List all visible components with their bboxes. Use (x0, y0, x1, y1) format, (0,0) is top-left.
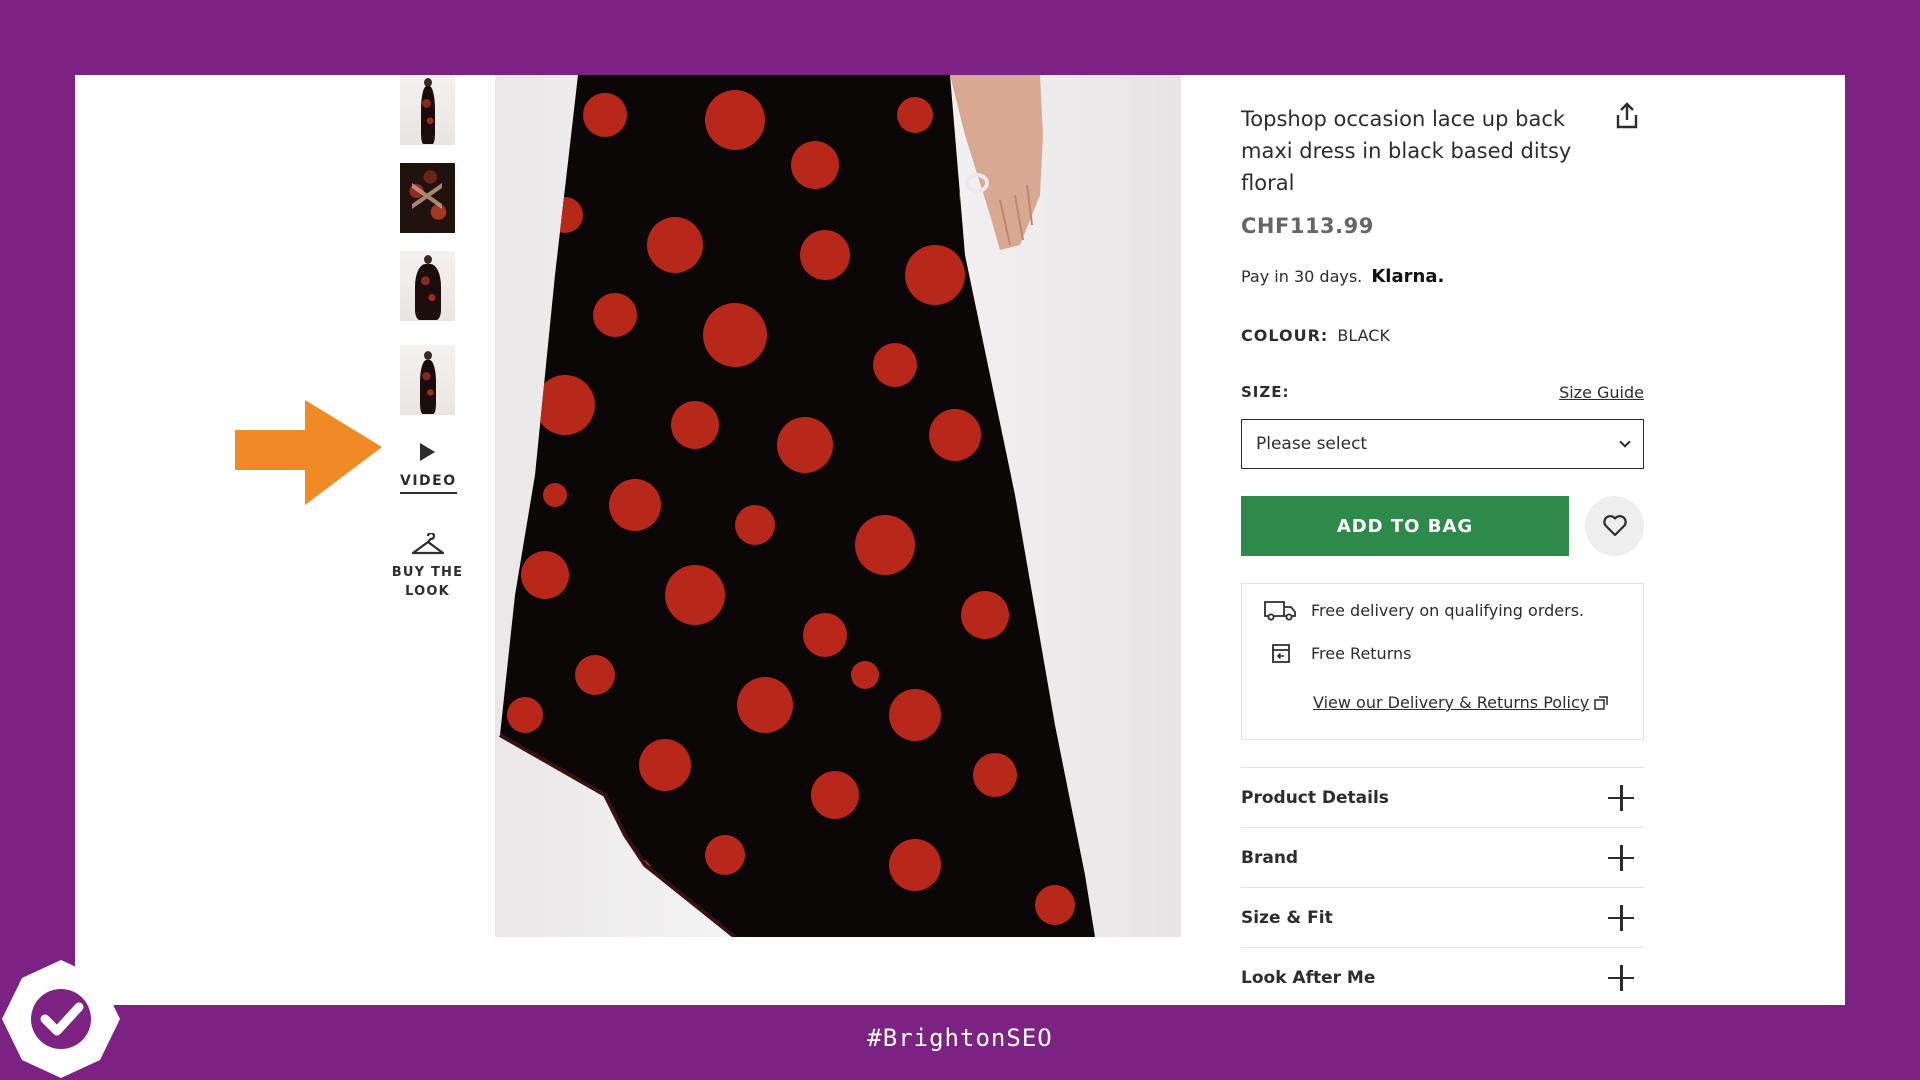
size-label: SIZE: (1241, 383, 1290, 401)
orange-arrow-annotation (235, 400, 382, 505)
plus-icon (1608, 844, 1634, 871)
accordion-brand[interactable]: Brand (1241, 827, 1644, 887)
free-returns-row: Free Returns (1263, 642, 1411, 664)
accordion-size-fit[interactable]: Size & Fit (1241, 887, 1644, 947)
thumbnail-full-length[interactable] (400, 345, 455, 415)
screenshot-frame: VIDEO BUY THE LOOK Topshop occasion lace… (75, 75, 1845, 1005)
free-delivery-text: Free delivery on qualifying orders. (1311, 600, 1585, 620)
buy-the-look-button[interactable]: BUY THE LOOK (387, 533, 468, 601)
external-link-icon (1594, 695, 1608, 710)
colour-info: COLOUR: BLACK (1241, 326, 1390, 345)
thumbnail-side-view[interactable] (400, 251, 455, 321)
accordion-label: Size & Fit (1241, 907, 1333, 928)
klarna-text: Pay in 30 days. (1241, 267, 1363, 286)
plus-icon (1608, 904, 1634, 931)
plus-icon (1608, 964, 1634, 991)
product-price: CHF113.99 (1241, 214, 1374, 238)
size-select-value: Please select (1256, 434, 1368, 454)
free-returns-text: Free Returns (1311, 643, 1412, 663)
hanger-icon (411, 533, 444, 555)
checkmark-badge-icon (2, 960, 120, 1078)
add-to-bag-button[interactable]: ADD TO BAG (1241, 496, 1569, 556)
policy-link-text: View our Delivery & Returns Policy (1313, 693, 1590, 712)
accordion-product-details[interactable]: Product Details (1241, 767, 1644, 827)
heart-icon (1602, 515, 1627, 537)
accordion-label: Brand (1241, 847, 1299, 868)
colour-value: BLACK (1337, 326, 1390, 345)
event-hashtag: #BrightonSEO (867, 1024, 1053, 1052)
thumbnail-front-view[interactable] (400, 75, 455, 145)
size-select[interactable]: Please select (1241, 419, 1644, 469)
share-icon[interactable] (1613, 101, 1641, 131)
klarna-message: Pay in 30 days. Klarna. (1241, 266, 1444, 287)
klarna-logo: Klarna. (1371, 266, 1445, 287)
video-label: VIDEO (400, 473, 457, 494)
thumbnail-back-view[interactable] (400, 163, 455, 233)
save-for-later-button[interactable] (1585, 496, 1644, 556)
truck-icon (1264, 601, 1296, 621)
buy-the-look-label: BUY THE LOOK (391, 565, 464, 599)
video-button[interactable]: VIDEO (400, 443, 457, 494)
returns-box-icon (1272, 644, 1290, 663)
main-product-image[interactable] (495, 75, 1181, 937)
plus-icon (1608, 784, 1634, 811)
colour-label: COLOUR: (1241, 326, 1329, 345)
free-delivery-row: Free delivery on qualifying orders. (1263, 599, 1584, 621)
play-icon (420, 443, 435, 461)
chevron-down-icon (1619, 436, 1631, 448)
accordion-label: Look After Me (1241, 967, 1376, 988)
accordion-label: Product Details (1241, 787, 1389, 808)
product-title: Topshop occasion lace up back maxi dress… (1241, 107, 1572, 195)
dress-photo (499, 75, 1095, 937)
delivery-info-box: Free delivery on qualifying orders. Free… (1241, 583, 1644, 740)
accordion-look-after-me[interactable]: Look After Me (1241, 947, 1644, 1005)
size-guide-link[interactable]: Size Guide (1559, 383, 1644, 402)
delivery-returns-policy-link[interactable]: View our Delivery & Returns Policy (1313, 693, 1609, 712)
